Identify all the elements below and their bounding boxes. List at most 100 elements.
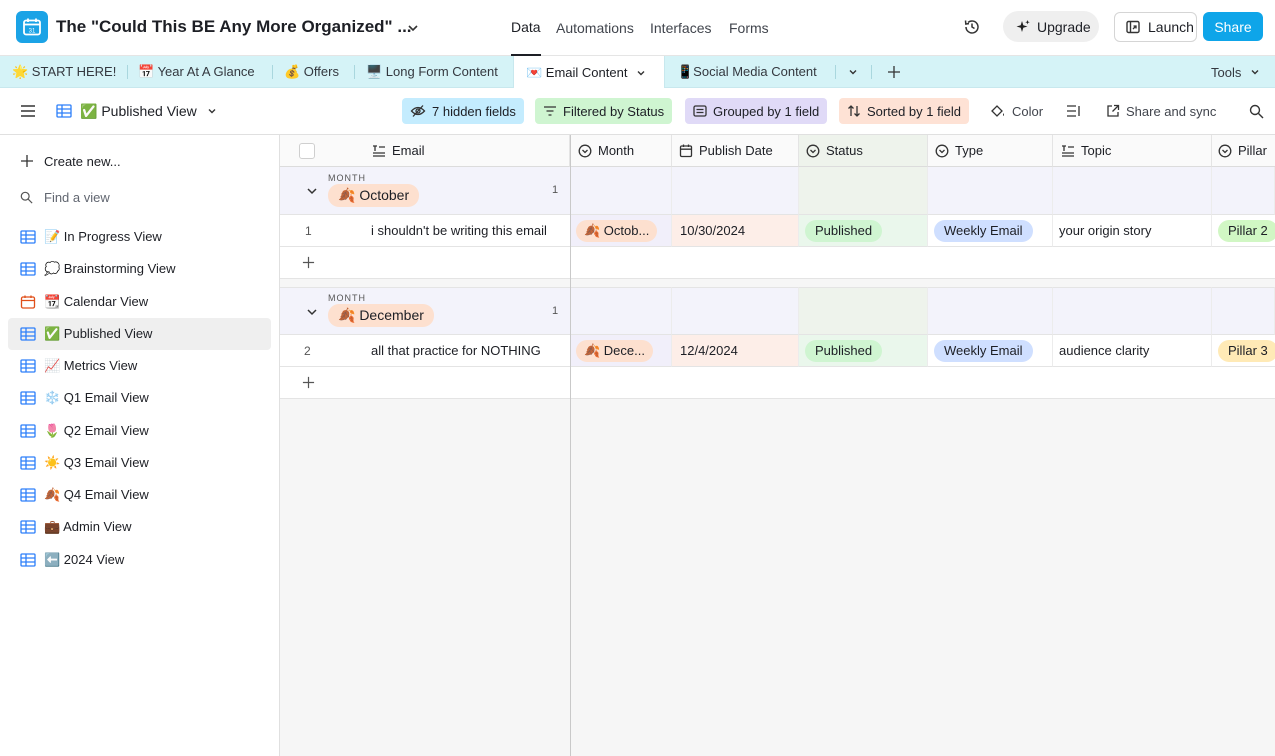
group-button[interactable]: Grouped by 1 field bbox=[685, 98, 828, 124]
nav-forms[interactable]: Forms bbox=[729, 0, 769, 56]
column-header-label: Email bbox=[392, 143, 425, 158]
group-header-december[interactable]: MONTH 🍂 December 1 bbox=[280, 287, 570, 335]
chevron-down-icon[interactable] bbox=[404, 19, 422, 37]
select-all-checkbox[interactable] bbox=[299, 142, 315, 159]
chevron-down-icon[interactable] bbox=[847, 66, 859, 78]
column-header-publish-date[interactable]: Publish Date bbox=[672, 135, 799, 167]
share-button[interactable]: Share bbox=[1203, 12, 1263, 41]
sidebar-item-q3-email-view[interactable]: ☀️ Q3 Email View bbox=[8, 447, 271, 479]
sidebar-item-calendar-view[interactable]: 📆 Calendar View bbox=[8, 286, 271, 318]
calendar-app-icon[interactable]: 31 bbox=[16, 11, 48, 43]
table-row[interactable]: 1 i shouldn't be writing this email bbox=[280, 215, 570, 247]
column-header-status[interactable]: Status bbox=[799, 135, 928, 167]
pillar-cell[interactable]: Pillar 2 bbox=[1212, 215, 1275, 247]
sidebar-item-in-progress-view[interactable]: 📝 In Progress View bbox=[8, 221, 271, 253]
top-bar: 31 The "Could This BE Any More Organized… bbox=[0, 0, 1275, 56]
group-summary-cell bbox=[799, 167, 928, 215]
pillar-cell[interactable]: Pillar 3 bbox=[1212, 335, 1275, 367]
chevron-down-icon[interactable] bbox=[635, 67, 647, 79]
sidebar-item-label: 🌷 Q2 Email View bbox=[44, 423, 149, 438]
group-header-october[interactable]: MONTH 🍂 October 1 bbox=[280, 167, 570, 215]
long-text-icon bbox=[1062, 144, 1074, 157]
add-record-row[interactable] bbox=[280, 247, 570, 279]
tab-email-content[interactable]: 💌 Email Content bbox=[513, 56, 665, 89]
hamburger-menu-icon[interactable] bbox=[20, 104, 36, 118]
share-external-icon bbox=[1107, 104, 1120, 117]
search-icon[interactable] bbox=[1249, 104, 1264, 119]
column-header-label: Pillar bbox=[1238, 143, 1267, 158]
tab-year-at-a-glance[interactable]: 📅 Year At A Glance bbox=[138, 56, 255, 88]
filter-button[interactable]: Filtered by Status bbox=[535, 98, 673, 124]
tools-label: Tools bbox=[1211, 64, 1242, 80]
base-title[interactable]: The "Could This BE Any More Organized" .… bbox=[56, 17, 412, 37]
tab-social-media-content[interactable]: 📱Social Media Content bbox=[677, 56, 817, 88]
tools-menu[interactable]: Tools bbox=[1211, 56, 1261, 88]
group-summary-cell bbox=[928, 167, 1053, 215]
tab-divider bbox=[354, 65, 355, 79]
sidebar-item-admin-view[interactable]: 💼 Admin View bbox=[8, 511, 271, 543]
nav-data[interactable]: Data bbox=[511, 0, 541, 56]
grid-view-icon bbox=[20, 520, 36, 534]
status-chip: Published bbox=[805, 339, 883, 362]
table-tabs-bar: 🌟 START HERE! 📅 Year At A Glance 💰 Offer… bbox=[0, 56, 1275, 89]
hidden-fields-label: 7 hidden fields bbox=[432, 103, 516, 119]
sidebar-item-label: 📝 In Progress View bbox=[44, 229, 162, 244]
table-row[interactable]: 2 all that practice for NOTHING bbox=[280, 335, 570, 367]
month-cell[interactable]: 🍂 Dece... bbox=[570, 335, 672, 367]
group-value-chip: 🍂 October bbox=[328, 184, 420, 207]
type-cell[interactable]: Weekly Email bbox=[928, 335, 1053, 367]
view-switcher[interactable]: ✅ Published View bbox=[56, 98, 218, 124]
nav-automations[interactable]: Automations bbox=[556, 0, 634, 56]
find-view-input[interactable]: Find a view bbox=[8, 181, 271, 213]
share-and-sync-button[interactable]: Share and sync bbox=[1106, 98, 1216, 124]
nav-interfaces[interactable]: Interfaces bbox=[650, 0, 711, 56]
single-select-icon bbox=[935, 144, 949, 157]
tab-email-content-label: 💌 Email Content bbox=[526, 64, 628, 80]
group-summary-cell bbox=[1053, 287, 1212, 335]
tab-long-form-content[interactable]: 🖥️ Long Form Content bbox=[366, 56, 498, 88]
row-height-icon[interactable] bbox=[1066, 104, 1082, 118]
sort-icon bbox=[848, 105, 860, 117]
chevron-down-icon[interactable] bbox=[306, 307, 318, 317]
type-chip: Weekly Email bbox=[934, 339, 1033, 362]
sidebar-item-2024-view[interactable]: ⬅️ 2024 View bbox=[8, 544, 271, 576]
publish-date-cell[interactable]: 12/4/2024 bbox=[672, 335, 799, 367]
sidebar-item-q2-email-view[interactable]: 🌷 Q2 Email View bbox=[8, 415, 271, 447]
status-cell[interactable]: Published bbox=[799, 215, 928, 247]
email-cell[interactable]: all that practice for NOTHING bbox=[371, 343, 541, 358]
topic-cell[interactable]: audience clarity bbox=[1053, 335, 1212, 367]
launch-icon bbox=[1126, 20, 1140, 34]
column-header-topic[interactable]: Topic bbox=[1053, 135, 1212, 167]
column-header-label: Topic bbox=[1081, 143, 1112, 158]
tab-offers[interactable]: 💰 Offers bbox=[284, 56, 339, 88]
create-new-view-button[interactable]: Create new... bbox=[8, 145, 271, 177]
topic-cell[interactable]: your origin story bbox=[1053, 215, 1212, 247]
group-count: 1 bbox=[552, 184, 559, 196]
history-icon[interactable] bbox=[962, 17, 982, 37]
sidebar-item-q4-email-view[interactable]: 🍂 Q4 Email View bbox=[8, 479, 271, 511]
sidebar-item-metrics-view[interactable]: 📈 Metrics View bbox=[8, 350, 271, 382]
publish-date-cell[interactable]: 10/30/2024 bbox=[672, 215, 799, 247]
add-table-icon[interactable] bbox=[887, 65, 901, 79]
column-header-email[interactable]: Email bbox=[280, 135, 570, 167]
column-header-type[interactable]: Type bbox=[928, 135, 1053, 167]
hidden-fields-button[interactable]: 7 hidden fields bbox=[402, 98, 524, 124]
sidebar-item-published-view[interactable]: ✅ Published View bbox=[8, 318, 271, 350]
upgrade-button[interactable]: Upgrade bbox=[1003, 11, 1099, 42]
pillar-chip: Pillar 2 bbox=[1218, 219, 1275, 242]
tab-start-here[interactable]: 🌟 START HERE! bbox=[12, 56, 116, 88]
chevron-down-icon[interactable] bbox=[306, 186, 318, 196]
type-cell[interactable]: Weekly Email bbox=[928, 215, 1053, 247]
add-record-row[interactable] bbox=[280, 367, 570, 399]
column-header-pillar[interactable]: Pillar bbox=[1212, 135, 1275, 167]
sidebar-item-brainstorming-view[interactable]: 💭 Brainstorming View bbox=[8, 253, 271, 285]
column-header-month[interactable]: Month bbox=[570, 135, 672, 167]
month-cell[interactable]: 🍂 Octob... bbox=[570, 215, 672, 247]
launch-button[interactable]: Launch bbox=[1114, 12, 1197, 42]
email-cell[interactable]: i shouldn't be writing this email bbox=[371, 223, 547, 238]
sidebar-item-q1-email-view[interactable]: ❄️ Q1 Email View bbox=[8, 382, 271, 414]
status-cell[interactable]: Published bbox=[799, 335, 928, 367]
color-button[interactable]: Color bbox=[990, 98, 1043, 124]
sort-button[interactable]: Sorted by 1 field bbox=[839, 98, 969, 124]
eye-hidden-icon bbox=[410, 105, 426, 117]
